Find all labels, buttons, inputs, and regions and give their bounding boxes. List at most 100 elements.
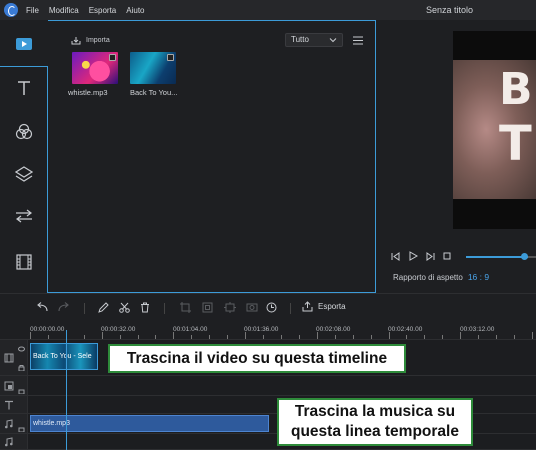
video-clip-label: Back To You - Sele xyxy=(33,353,92,360)
stop-button[interactable] xyxy=(443,252,451,260)
play-button[interactable] xyxy=(408,251,418,261)
delete-button[interactable] xyxy=(140,302,150,313)
lock-icon[interactable] xyxy=(18,387,25,394)
preview-frame-letter: T xyxy=(499,116,532,172)
menu-aiuto[interactable]: Aiuto xyxy=(126,6,144,15)
sidebar-item-transitions[interactable] xyxy=(0,196,48,236)
ruler-tick xyxy=(531,332,533,339)
ruler-tick xyxy=(460,332,462,339)
pip-track-icon xyxy=(4,381,14,391)
ruler-tick-label: 00:03:12.00 xyxy=(460,326,495,333)
trash-icon xyxy=(141,302,149,313)
film-icon xyxy=(16,254,32,270)
sidebar-item-text[interactable] xyxy=(0,68,48,108)
text-icon xyxy=(18,81,30,95)
ruler-tick xyxy=(263,335,265,339)
import-button[interactable]: Importa xyxy=(71,36,110,45)
media-item-label: whistle.mp3 xyxy=(68,88,108,97)
toolbar-separator xyxy=(164,303,165,314)
media-item-audio-thumbnail[interactable] xyxy=(72,52,118,84)
text-track-icon xyxy=(4,400,14,410)
ruler-tick xyxy=(513,335,515,339)
callout-drag-music: Trascina la musica su questa linea tempo… xyxy=(277,398,473,446)
sidebar xyxy=(0,20,48,293)
pencil-icon xyxy=(98,302,109,313)
freeze-frame-button[interactable] xyxy=(224,302,236,313)
toolbar-separator xyxy=(290,303,291,314)
edit-button[interactable] xyxy=(98,302,109,313)
ruler-tick-label: 00:02:08.00 xyxy=(316,326,351,333)
ruler-tick xyxy=(424,335,426,339)
ruler-tick xyxy=(442,335,444,339)
crop-icon xyxy=(180,302,191,313)
redo-button[interactable] xyxy=(58,302,70,312)
callout-line: questa linea temporale xyxy=(291,423,459,440)
lock-icon[interactable] xyxy=(18,364,25,371)
pip-track-header xyxy=(0,376,28,396)
mosaic-icon xyxy=(202,302,213,313)
snapshot-button[interactable] xyxy=(246,302,258,312)
music-note-icon xyxy=(4,437,14,447)
list-view-icon[interactable] xyxy=(353,36,363,45)
menu-modifica[interactable]: Modifica xyxy=(49,6,79,15)
duration-button[interactable] xyxy=(266,302,277,313)
sidebar-item-overlays[interactable] xyxy=(0,154,48,194)
playback-seekbar[interactable] xyxy=(466,253,536,260)
ruler-tick xyxy=(298,335,300,339)
text-track-header xyxy=(0,396,28,414)
pip-track[interactable] xyxy=(28,376,536,396)
music-track-header xyxy=(0,434,28,450)
video-track-header xyxy=(0,340,28,376)
sidebar-item-filters[interactable] xyxy=(0,112,48,152)
next-frame-button[interactable] xyxy=(426,251,435,261)
seekbar-handle[interactable] xyxy=(521,253,528,260)
chevron-down-icon xyxy=(329,38,337,43)
music-note-icon xyxy=(109,54,116,61)
camera-icon xyxy=(246,303,258,312)
eye-icon[interactable] xyxy=(18,346,25,352)
ruler-tick xyxy=(245,332,247,339)
aspect-ratio-value[interactable]: 16 : 9 xyxy=(468,272,489,282)
export-icon xyxy=(302,301,313,312)
ruler-tick xyxy=(173,332,175,339)
toolbar-separator xyxy=(84,303,85,314)
mosaic-button[interactable] xyxy=(202,302,213,313)
freeze-icon xyxy=(224,302,236,313)
sidebar-item-media[interactable] xyxy=(0,24,48,64)
media-item-label: Back To You... xyxy=(130,88,178,97)
undo-button[interactable] xyxy=(36,302,48,312)
split-button[interactable] xyxy=(119,302,130,313)
timeline-ruler[interactable]: 00:00:00.00 00:00:32.00 00:01:04.00 00:0… xyxy=(0,322,536,340)
lock-icon[interactable] xyxy=(18,425,25,432)
prev-frame-button[interactable] xyxy=(391,251,400,261)
preview-frame-image: B T xyxy=(453,60,536,199)
crop-button[interactable] xyxy=(180,302,191,313)
ruler-tick xyxy=(227,335,229,339)
playback-controls xyxy=(391,251,459,261)
menu-file[interactable]: File xyxy=(26,6,39,15)
preview-viewport[interactable]: B T xyxy=(453,31,536,229)
ruler-tick xyxy=(370,335,372,339)
ruler-tick xyxy=(83,335,85,339)
ruler-tick xyxy=(191,335,193,339)
video-clip[interactable]: Back To You - Sele xyxy=(30,343,98,370)
callout-line: Trascina la musica su xyxy=(294,403,456,420)
audio-clip-label: whistle.mp3 xyxy=(33,420,70,427)
step-back-icon xyxy=(391,251,400,261)
preview-frame-letter: B xyxy=(499,64,533,115)
video-badge-icon xyxy=(167,54,174,61)
ruler-tick xyxy=(101,332,103,339)
redo-icon xyxy=(58,302,69,312)
ruler-tick xyxy=(388,332,390,339)
timeline-playhead[interactable] xyxy=(66,330,67,450)
export-button[interactable]: Esporta xyxy=(302,301,346,312)
ruler-tick xyxy=(406,335,408,339)
clock-icon xyxy=(266,302,277,313)
media-item-video-thumbnail[interactable] xyxy=(130,52,176,84)
sidebar-item-film[interactable] xyxy=(0,242,48,282)
ruler-tick xyxy=(334,335,336,339)
sidebar-divider xyxy=(0,66,48,67)
media-filter-select[interactable]: Tutto xyxy=(285,33,343,47)
music-note-icon xyxy=(4,419,14,429)
menu-esporta[interactable]: Esporta xyxy=(89,6,117,15)
